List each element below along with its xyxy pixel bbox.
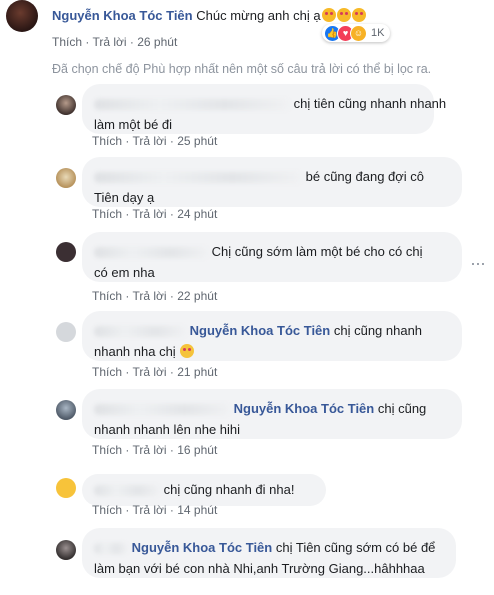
reply-text: làm một bé đi [94, 117, 173, 132]
like-link[interactable]: Thích [52, 35, 82, 49]
comment-text: Chúc mừng anh chị ạ [196, 8, 321, 23]
blurred-name [94, 543, 128, 555]
reply-bubble: bé cũng đang đợi cô Tiên dạy ạ [82, 157, 462, 207]
reply-text: chị Tiên cũng sớm có bé để [275, 540, 436, 555]
blurred-name [94, 404, 230, 416]
filter-notice: Đã chọn chế độ Phù hợp nhất nên một số c… [52, 62, 432, 76]
reply-bubble: Nguyễn Khoa Tóc Tiên chị Tiên cũng sớm c… [82, 528, 456, 578]
smiling-face-with-hearts-icon [321, 8, 336, 22]
like-link[interactable]: Thích [92, 207, 122, 221]
reply-link[interactable]: Trả lời [92, 35, 126, 49]
avatar[interactable] [56, 540, 76, 560]
reply-link[interactable]: Trả lời [132, 365, 166, 379]
reply-link[interactable]: Trả lời [132, 207, 166, 221]
reply-text: chị tiên cũng nhanh nhanh [293, 96, 447, 111]
avatar[interactable] [56, 400, 76, 420]
reply-text: chị cũng nhanh [333, 323, 423, 338]
smiling-face-with-hearts-icon [336, 8, 351, 22]
timestamp: 14 phút [177, 503, 218, 517]
reply-bubble: Chị cũng sớm làm một bé cho có chị có em… [82, 232, 462, 282]
reply-text: bé cũng đang đợi cô [305, 169, 425, 184]
flushed-face-icon [180, 344, 195, 358]
blurred-name [94, 99, 290, 111]
timestamp: 25 phút [177, 134, 218, 148]
reply-actions: Thích · Trả lời · 25 phút [92, 134, 218, 148]
avatar[interactable] [56, 168, 76, 188]
like-link[interactable]: Thích [92, 443, 122, 457]
reply-link[interactable]: Trả lời [132, 443, 166, 457]
mentioned-name[interactable]: Nguyễn Khoa Tóc Tiên [190, 323, 331, 338]
blurred-name [94, 247, 208, 259]
reply-bubble: Nguyễn Khoa Tóc Tiên chị cũng nhanh nhan… [82, 389, 462, 439]
reply-link[interactable]: Trả lời [132, 289, 166, 303]
reply-text: Chị cũng sớm làm một bé cho có chị [211, 244, 423, 259]
commenter-name[interactable]: Nguyễn Khoa Tóc Tiên [52, 8, 193, 23]
blurred-name [94, 326, 186, 338]
reply-text: có em nha [94, 265, 155, 280]
timestamp: 24 phút [177, 207, 218, 221]
reaction-count: 1K [371, 27, 385, 39]
mentioned-name[interactable]: Nguyễn Khoa Tóc Tiên [234, 401, 375, 416]
reply-text: nhanh nhanh lên nhe hihi [94, 422, 241, 437]
blurred-name [94, 485, 160, 497]
avatar[interactable] [56, 478, 76, 498]
reply-text: chị cũng [377, 401, 427, 416]
top-comment-line: Nguyễn Khoa Tóc Tiên Chúc mừng anh chị ạ [52, 8, 366, 23]
reply-bubble: chị tiên cũng nhanh nhanh làm một bé đi [82, 84, 446, 134]
avatar[interactable] [56, 95, 76, 115]
more-options-icon[interactable]: ··· [470, 254, 486, 272]
comment-actions: Thích · Trả lời · 26 phút [52, 35, 178, 49]
reply-text: Tiên dạy ạ [94, 190, 155, 205]
mentioned-name[interactable]: Nguyễn Khoa Tóc Tiên [132, 540, 273, 555]
haha-icon: ☺ [350, 24, 367, 42]
timestamp: 26 phút [137, 35, 178, 49]
like-link[interactable]: Thích [92, 289, 122, 303]
reply-actions: Thích · Trả lời · 24 phút [92, 207, 218, 221]
like-link[interactable]: Thích [92, 134, 122, 148]
reply-bubble: chị cũng nhanh đi nha! [82, 474, 326, 506]
reply-actions: Thích · Trả lời · 16 phút [92, 443, 218, 457]
timestamp: 22 phút [177, 289, 218, 303]
avatar[interactable] [6, 0, 38, 32]
avatar[interactable] [56, 242, 76, 262]
reply-actions: Thích · Trả lời · 14 phút [92, 503, 218, 517]
reaction-summary[interactable]: 👍 ♥ ☺ 1K [322, 24, 391, 42]
reply-actions: Thích · Trả lời · 21 phút [92, 365, 218, 379]
like-link[interactable]: Thích [92, 503, 122, 517]
timestamp: 16 phút [177, 443, 218, 457]
timestamp: 21 phút [177, 365, 218, 379]
reply-text: nhanh nha chị [94, 344, 176, 359]
blurred-name [94, 172, 302, 184]
reply-bubble: Nguyễn Khoa Tóc Tiên chị cũng nhanh nhan… [82, 311, 462, 361]
like-link[interactable]: Thích [92, 365, 122, 379]
reply-text: làm bạn với bé con nhà Nhi,anh Trường Gi… [94, 561, 425, 576]
smiling-face-with-hearts-icon [351, 8, 366, 22]
reply-text: chị cũng nhanh đi nha! [163, 482, 295, 497]
reply-link[interactable]: Trả lời [132, 134, 166, 148]
reply-link[interactable]: Trả lời [132, 503, 166, 517]
reply-actions: Thích · Trả lời · 22 phút [92, 289, 218, 303]
avatar[interactable] [56, 322, 76, 342]
